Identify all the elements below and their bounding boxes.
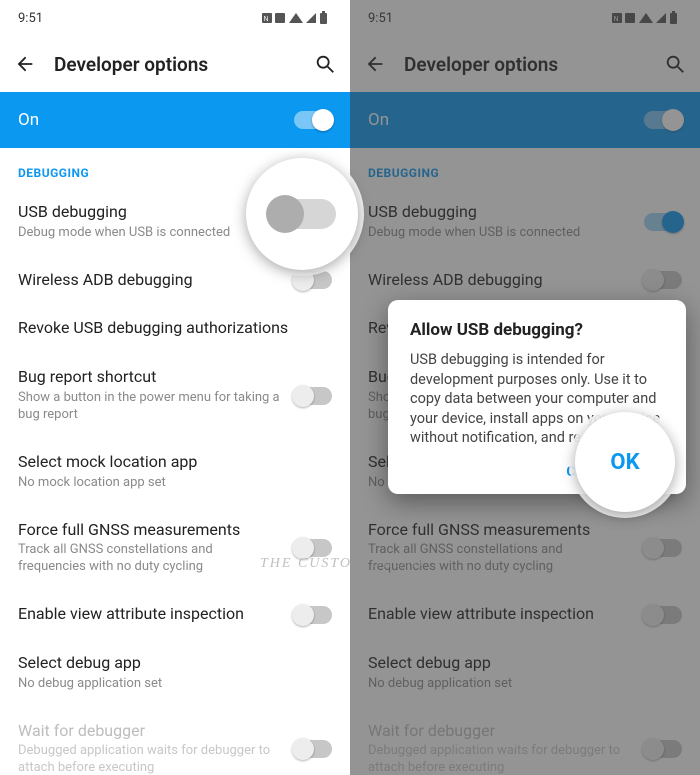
item-title: Bug report shortcut — [18, 367, 282, 388]
item-title: Select debug app — [18, 653, 332, 674]
switch-icon — [644, 740, 682, 758]
switch-icon[interactable] — [294, 606, 332, 624]
item-subtitle: Debugged application waits for debugger … — [18, 743, 282, 775]
item-gnss[interactable]: Force full GNSS measurements Track all G… — [0, 506, 350, 591]
status-bar: 9:51 N — [350, 0, 700, 36]
status-icons: N — [262, 11, 332, 25]
back-icon[interactable] — [364, 53, 392, 75]
page-title: Developer options — [54, 53, 314, 76]
screenshot-right: 9:51 N Developer options On DEBUGGING — [350, 0, 700, 775]
back-icon[interactable] — [14, 53, 42, 75]
item-wait-debugger: Wait for debugger Debugged application w… — [0, 707, 350, 775]
item-title: Wait for debugger — [18, 721, 282, 742]
item-view-attr[interactable]: Enable view attribute inspection — [0, 590, 350, 639]
switch-icon[interactable] — [644, 539, 682, 557]
item-title: Force full GNSS measurements — [368, 520, 632, 541]
item-title: Force full GNSS measurements — [18, 520, 282, 541]
section-debugging: DEBUGGING — [350, 148, 700, 188]
item-debug-app[interactable]: Select debug app No debug application se… — [0, 639, 350, 707]
item-revoke-auth[interactable]: Revoke USB debugging authorizations — [0, 304, 350, 353]
item-subtitle: Track all GNSS constellations and freque… — [368, 542, 632, 576]
screenshot-left: 9:51 N Developer options On DEBUGGING — [0, 0, 350, 775]
item-title: Select mock location app — [18, 452, 332, 473]
app-bar: Developer options — [0, 36, 350, 92]
search-icon[interactable] — [314, 53, 336, 75]
search-icon[interactable] — [664, 53, 686, 75]
zoom-callout-ok: OK — [575, 412, 675, 512]
item-subtitle: No debug application set — [368, 676, 682, 693]
item-subtitle: Show a button in the power menu for taki… — [18, 390, 282, 424]
item-usb-debugging[interactable]: USB debugging Debug mode when USB is con… — [350, 188, 700, 256]
item-subtitle: Debugged application waits for debugger … — [368, 743, 632, 775]
item-subtitle: No mock location app set — [18, 475, 332, 492]
item-bug-report[interactable]: Bug report shortcut Show a button in the… — [0, 353, 350, 438]
status-time: 9:51 — [368, 11, 393, 26]
item-title: Select debug app — [368, 653, 682, 674]
item-title: USB debugging — [368, 202, 632, 223]
dialog-title: Allow USB debugging? — [410, 320, 664, 340]
switch-icon[interactable] — [644, 213, 682, 231]
item-gnss[interactable]: Force full GNSS measurements Track all G… — [350, 506, 700, 591]
item-view-attr[interactable]: Enable view attribute inspection — [350, 590, 700, 639]
switch-icon[interactable] — [294, 271, 332, 289]
item-subtitle: Debug mode when USB is connected — [18, 225, 282, 242]
item-subtitle: Debug mode when USB is connected — [368, 225, 632, 242]
status-time: 9:51 — [18, 11, 43, 26]
item-title: Enable view attribute inspection — [368, 604, 632, 625]
item-title: Revoke USB debugging authorizations — [18, 318, 332, 339]
item-title: Enable view attribute inspection — [18, 604, 282, 625]
switch-icon — [294, 740, 332, 758]
item-wait-debugger: Wait for debugger Debugged application w… — [350, 707, 700, 775]
item-title: USB debugging — [18, 202, 282, 223]
switch-icon — [268, 199, 336, 229]
master-toggle-row[interactable]: On — [350, 92, 700, 148]
item-mock-location[interactable]: Select mock location app No mock locatio… — [0, 438, 350, 506]
svg-text:N: N — [614, 16, 621, 23]
switch-icon[interactable] — [644, 271, 682, 289]
app-bar: Developer options — [350, 36, 700, 92]
page-title: Developer options — [404, 53, 664, 76]
item-subtitle: No debug application set — [18, 676, 332, 693]
status-bar: 9:51 N — [0, 0, 350, 36]
item-title: Wireless ADB debugging — [368, 270, 632, 291]
master-switch-icon[interactable] — [294, 111, 332, 129]
svg-text:N: N — [264, 16, 271, 23]
item-wireless-adb[interactable]: Wireless ADB debugging — [350, 256, 700, 305]
master-toggle-label: On — [18, 110, 39, 130]
item-subtitle: Track all GNSS constellations and freque… — [18, 542, 282, 576]
switch-icon[interactable] — [294, 539, 332, 557]
item-debug-app[interactable]: Select debug app No debug application se… — [350, 639, 700, 707]
item-title: Wireless ADB debugging — [18, 270, 282, 291]
status-icons: N — [612, 11, 682, 25]
switch-icon[interactable] — [294, 387, 332, 405]
item-title: Wait for debugger — [368, 721, 632, 742]
zoom-callout-switch — [246, 158, 358, 270]
ok-button[interactable]: OK — [610, 450, 639, 475]
master-switch-icon[interactable] — [644, 111, 682, 129]
master-toggle-label: On — [368, 110, 389, 130]
switch-icon[interactable] — [644, 606, 682, 624]
master-toggle-row[interactable]: On — [0, 92, 350, 148]
